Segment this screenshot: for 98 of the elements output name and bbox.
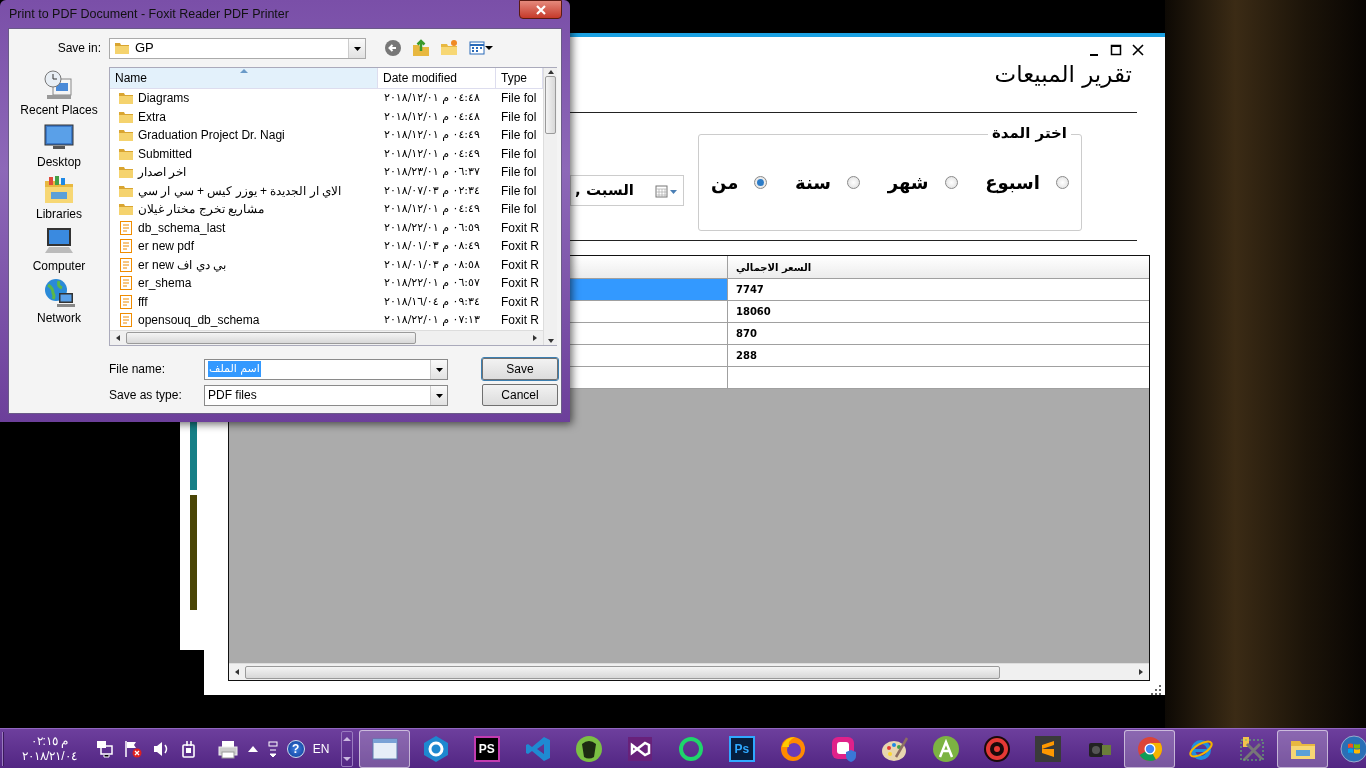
orb-icon xyxy=(1339,734,1366,763)
horizontal-scrollbar[interactable] xyxy=(110,330,543,345)
view-grid-icon xyxy=(469,40,485,56)
radio-indicator[interactable] xyxy=(754,176,768,189)
view-menu-button[interactable] xyxy=(467,39,495,57)
taskbar-button[interactable]: Ps xyxy=(716,729,768,768)
target-icon xyxy=(982,734,1011,763)
taskbar-scroll[interactable] xyxy=(341,730,354,767)
close-icon xyxy=(534,4,547,15)
scroll-left-icon xyxy=(114,334,122,342)
close-button[interactable] xyxy=(519,0,562,19)
infinity-icon xyxy=(625,734,654,763)
compass-circle-icon xyxy=(931,734,960,763)
up-folder-icon xyxy=(412,39,430,57)
table-cell-text: 18060 xyxy=(735,305,772,319)
window-title: تقرير المبيعات xyxy=(994,60,1133,89)
new-folder-icon xyxy=(440,39,458,57)
table-cell-text: 288 xyxy=(735,349,758,363)
folder-icon xyxy=(118,164,134,181)
document-icon xyxy=(118,275,134,292)
save-in-dropdown[interactable]: GP xyxy=(109,37,366,59)
column-header: السعر الاجمالي xyxy=(735,260,813,276)
sort-arrow-icon xyxy=(240,68,248,73)
scroll-down-icon xyxy=(342,755,353,762)
recent-places-icon xyxy=(43,69,75,101)
date-picker[interactable]: السبت , xyxy=(570,175,684,206)
places-item[interactable]: Computer xyxy=(9,225,109,277)
tools-icon xyxy=(1237,734,1266,763)
column-header[interactable]: Name xyxy=(110,68,378,88)
globe-icon xyxy=(43,277,75,309)
document-icon xyxy=(118,293,134,310)
cancel-button[interactable]: Cancel xyxy=(482,384,558,406)
language-indicator[interactable]: EN xyxy=(312,739,330,758)
radio-label: سنة xyxy=(795,171,832,195)
flag-error-icon[interactable] xyxy=(122,738,143,759)
places-item[interactable]: Libraries xyxy=(9,173,109,225)
shield-square-icon xyxy=(829,734,858,763)
resize-grip-icon xyxy=(1151,685,1161,695)
save-button[interactable]: Save xyxy=(482,358,558,380)
radio-indicator[interactable] xyxy=(944,176,958,189)
printer-icon[interactable] xyxy=(216,738,239,759)
ring-icon xyxy=(676,734,705,763)
scroll-right-icon xyxy=(1137,668,1145,676)
library-folder-icon xyxy=(43,173,75,205)
field-label: Save as type: xyxy=(108,387,183,404)
radio-indicator[interactable] xyxy=(847,176,861,189)
frog-icon xyxy=(574,734,603,763)
dialog-title: Print to PDF Document - Foxit Reader PDF Printer xyxy=(9,5,289,23)
scrollbar-thumb[interactable] xyxy=(126,332,416,344)
taskbar-button[interactable] xyxy=(359,729,411,768)
radio-indicator[interactable] xyxy=(1056,176,1069,189)
scrollbar-thumb[interactable] xyxy=(245,665,1000,679)
network-icon[interactable] xyxy=(94,738,115,759)
radio-label: من xyxy=(711,171,739,196)
scroll-left-icon xyxy=(233,668,241,676)
clock-date[interactable]: ٢٠١٨/٢١/٠٤ xyxy=(22,748,77,764)
arrows-icon[interactable] xyxy=(266,739,279,758)
document-icon xyxy=(118,312,134,329)
folder-icon xyxy=(118,90,134,107)
taskbar-button[interactable] xyxy=(1277,729,1329,768)
field-label: File name: xyxy=(108,361,167,378)
calendar-dropdown-icon xyxy=(655,183,679,198)
document-icon xyxy=(118,256,134,273)
caret-icon xyxy=(485,45,493,51)
places-item[interactable]: Recent Places xyxy=(9,69,109,121)
folder-icon xyxy=(118,127,134,144)
minimize-icon xyxy=(1090,54,1098,56)
scroll-up-icon xyxy=(342,735,353,742)
document-icon xyxy=(118,219,134,236)
document-icon xyxy=(118,238,134,255)
hexagon-icon xyxy=(421,734,450,763)
back-button[interactable] xyxy=(383,39,403,57)
zigzag-icon xyxy=(1033,734,1062,763)
maximize-icon xyxy=(1110,44,1122,56)
up-folder-button[interactable] xyxy=(411,39,431,57)
table-cell-text: 870 xyxy=(735,327,758,341)
radio-label: شهر xyxy=(887,171,929,196)
taskbar-button[interactable]: PS xyxy=(461,729,513,768)
ribbon-icon xyxy=(523,734,552,763)
places-item[interactable]: Network xyxy=(9,277,109,329)
radio-label: اسبوع xyxy=(985,171,1040,196)
field-label: Save in: xyxy=(56,40,101,57)
folder-icon xyxy=(114,40,130,56)
table-cell-text: 7747 xyxy=(735,283,765,297)
horizontal-scrollbar[interactable] xyxy=(229,663,1149,680)
vertical-scrollbar[interactable] xyxy=(543,68,557,345)
back-icon xyxy=(384,39,402,57)
help-icon[interactable]: ? xyxy=(286,739,305,758)
folder-icon xyxy=(118,201,134,218)
taskbar-button[interactable] xyxy=(1124,729,1176,768)
file-type-dropdown[interactable]: PDF files xyxy=(204,384,448,406)
wheel-icon xyxy=(1135,734,1164,763)
close-icon xyxy=(1132,44,1144,56)
scrollbar-thumb[interactable] xyxy=(545,76,556,134)
scroll-right-icon xyxy=(531,334,539,342)
places-item[interactable]: Desktop xyxy=(9,121,109,173)
clock-time[interactable]: ٠٢:١٥ م xyxy=(30,733,69,749)
fox-icon xyxy=(778,734,807,763)
